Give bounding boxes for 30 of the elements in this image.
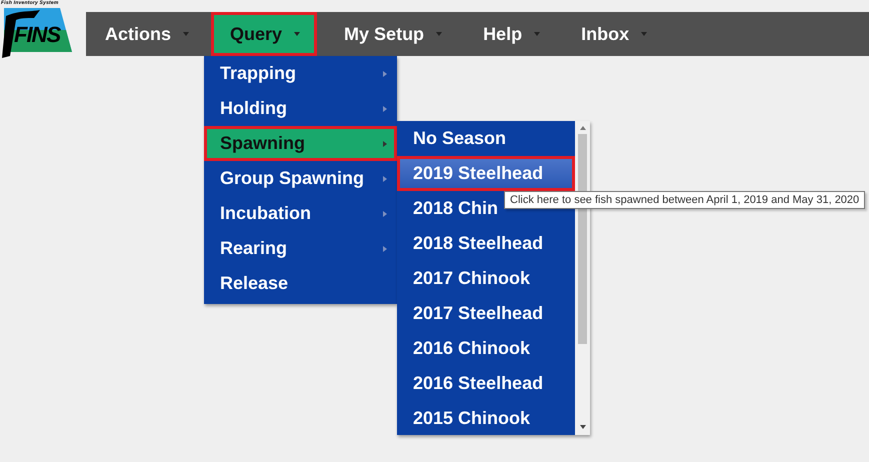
tooltip: Click here to see fish spawned between April 1, 2019 and May 31, 2020 (504, 191, 866, 209)
menu-item[interactable]: Query (211, 12, 318, 56)
menu-item[interactable]: 2015 Chinook (397, 401, 575, 436)
menu-item[interactable]: 2017 Chinook (397, 261, 575, 296)
menu-item[interactable]: Rearing (204, 231, 397, 266)
caret-icon (183, 32, 190, 36)
menu-item[interactable]: Spawning (204, 126, 397, 161)
caret-icon (436, 32, 442, 36)
menu-item[interactable]: Holding (204, 91, 397, 126)
menu-item[interactable]: 2019 Steelhead (397, 156, 575, 191)
menu-item[interactable]: 2016 Chinook (397, 331, 575, 366)
menu-item[interactable]: Incubation (204, 196, 397, 231)
logo-text: FINS (14, 22, 60, 48)
menu-item[interactable]: No Season (397, 121, 575, 156)
scroll-up-icon[interactable] (580, 126, 586, 130)
menu-item[interactable]: Trapping (204, 56, 397, 91)
caret-icon (641, 32, 648, 36)
caret-icon (534, 32, 540, 36)
menu-item[interactable]: 2016 Steelhead (397, 366, 575, 401)
menu-item[interactable]: Group Spawning (204, 161, 397, 196)
menu-item[interactable]: 2018 Steelhead (397, 226, 575, 261)
menu-item[interactable]: Actions (86, 12, 204, 56)
menu-item[interactable]: Inbox (562, 12, 662, 56)
scroll-down-icon[interactable] (580, 425, 586, 429)
menu-item[interactable]: Help (464, 12, 554, 56)
scrollbar[interactable] (575, 121, 590, 435)
menu-item[interactable]: Release (204, 266, 397, 301)
menu-item[interactable]: My Setup (325, 12, 456, 56)
caret-icon (294, 32, 300, 36)
menu-item[interactable]: 2017 Steelhead (397, 296, 575, 331)
